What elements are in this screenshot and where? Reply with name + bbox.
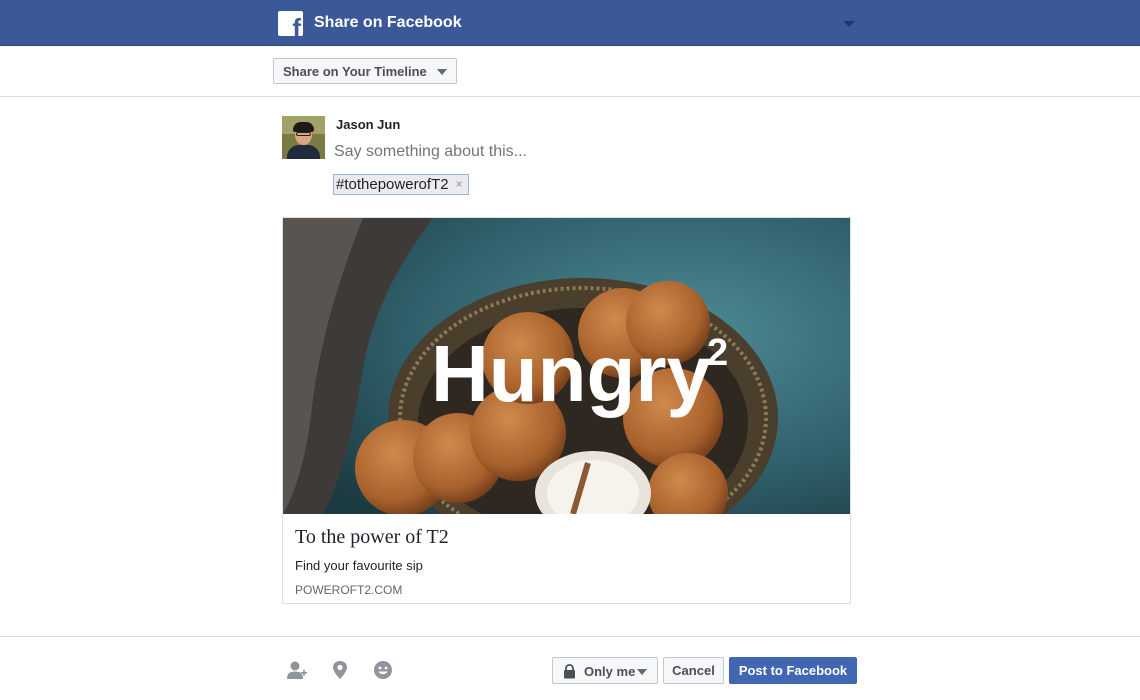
link-domain: POWEROFT2.COM	[295, 583, 403, 597]
hashtag-token[interactable]: #tothepowerofT2 ×	[333, 174, 469, 195]
share-destination-bar: Share on Your Timeline	[0, 46, 1140, 97]
location-icon[interactable]	[329, 659, 351, 681]
chevron-down-icon[interactable]	[843, 21, 855, 27]
hashtag-text: #tothepowerofT2	[336, 176, 449, 193]
image-headline-superscript: 2	[707, 332, 728, 374]
share-destination-label: Share on Your Timeline	[283, 64, 427, 79]
link-title[interactable]: To the power of T2	[295, 526, 449, 549]
top-bar: f Share on Facebook	[0, 0, 1140, 46]
facebook-logo-icon: f	[278, 11, 303, 36]
feeling-icon[interactable]	[372, 659, 394, 681]
share-destination-dropdown[interactable]: Share on Your Timeline	[273, 58, 457, 84]
chevron-down-icon	[437, 69, 447, 75]
image-headline: Hungry	[431, 329, 712, 418]
cancel-button[interactable]: Cancel	[663, 657, 724, 684]
privacy-label: Only me	[584, 664, 636, 679]
dialog-title: Share on Facebook	[314, 14, 462, 31]
avatar	[282, 116, 325, 159]
cookies-photo: Hungry 2	[283, 218, 850, 514]
post-button[interactable]: Post to Facebook	[729, 657, 857, 684]
link-description: Find your favourite sip	[295, 558, 423, 573]
link-preview-text: To the power of T2 Find your favourite s…	[295, 526, 449, 597]
dialog-footer: Only me Cancel Post to Facebook	[0, 636, 1140, 700]
lock-icon	[564, 664, 575, 679]
facebook-logo-letter: f	[292, 13, 301, 36]
privacy-selector[interactable]: Only me	[552, 657, 658, 684]
link-preview-card[interactable]: Hungry 2 To the power of T2 Find your fa…	[282, 217, 851, 604]
link-preview-image[interactable]: Hungry 2	[283, 218, 850, 514]
status-input[interactable]	[334, 141, 754, 163]
tag-friends-icon[interactable]	[286, 659, 308, 681]
chevron-down-icon	[637, 669, 647, 675]
user-name: Jason Jun	[336, 117, 401, 132]
remove-hashtag-icon[interactable]: ×	[456, 175, 463, 194]
